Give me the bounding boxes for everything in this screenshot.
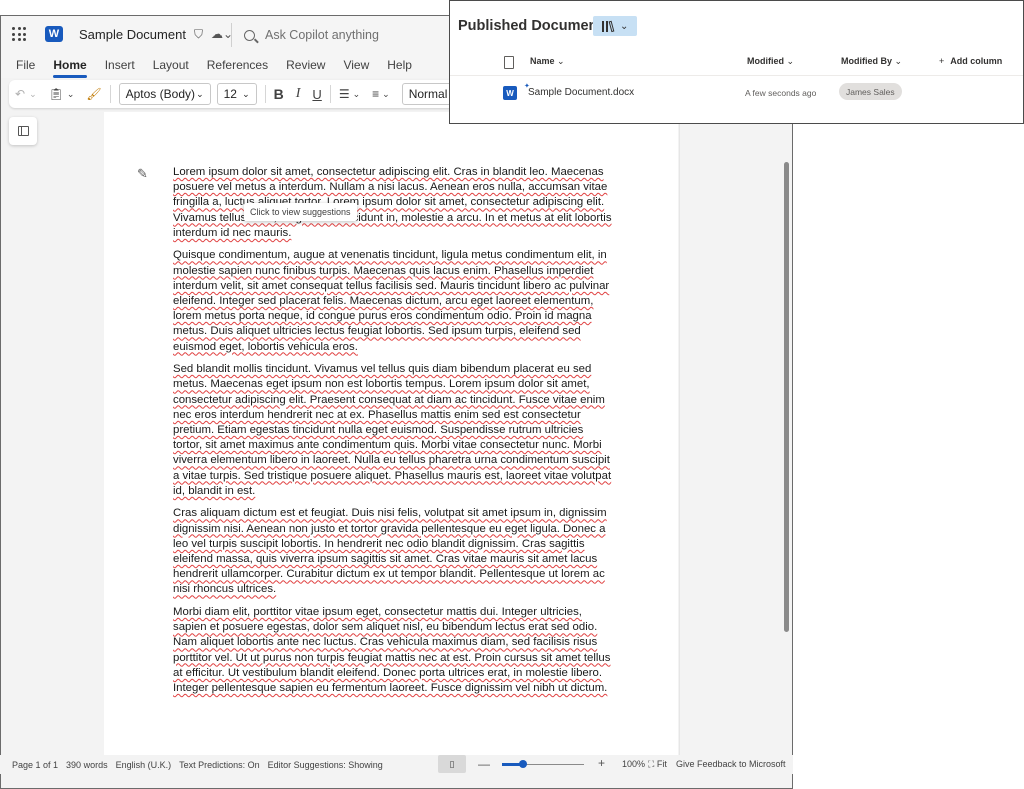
text-predictions[interactable]: Text Predictions: On [179, 760, 260, 770]
document-body[interactable]: Lorem ipsum dolor sit amet, consectetur … [173, 165, 613, 704]
undo-icon[interactable]: ↶ ⌄ [9, 80, 43, 108]
font-size-value: 12 [223, 87, 237, 101]
editor-pen-icon[interactable]: ✎ [137, 166, 148, 182]
copilot-placeholder: Ask Copilot anything [265, 28, 379, 42]
panel-title: Published Documents [458, 18, 611, 34]
fit-icon: ⛶ [648, 759, 655, 769]
navigation-pane-icon[interactable] [9, 117, 37, 145]
cloud-saved-icon[interactable]: ☁⌄ [211, 27, 233, 41]
paragraph-3[interactable]: Sed blandit mollis tincidunt. Vivamus ve… [173, 362, 613, 499]
file-type-icon[interactable] [504, 56, 514, 69]
paragraph-2[interactable]: Quisque condimentum, augue at venenatis … [173, 248, 613, 354]
style-value: Normal [408, 87, 448, 101]
underline-button[interactable]: U [306, 80, 327, 108]
editor-suggestions[interactable]: Editor Suggestions: Showing [268, 760, 383, 770]
document-title[interactable]: Sample Document [79, 27, 186, 42]
page-count[interactable]: Page 1 of 1 [12, 760, 58, 770]
view-switcher-button[interactable]: ⌄ [593, 16, 637, 36]
plus-icon: + [939, 56, 945, 66]
font-size-select[interactable]: 12 ⌄ [216, 83, 257, 105]
chevron-down-icon: ⌄ [242, 88, 250, 99]
chevron-down-icon: ⌄ [196, 88, 204, 99]
file-name[interactable]: Sample Document.docx [528, 87, 634, 98]
vertical-scrollbar[interactable] [784, 162, 789, 632]
chevron-down-icon: ⌄ [620, 20, 629, 32]
zoom-out-icon[interactable]: — [478, 757, 490, 771]
tab-help[interactable]: Help [387, 54, 412, 76]
copilot-search-box[interactable]: Ask Copilot anything [231, 23, 471, 47]
table-row[interactable]: W ✦ Sample Document.docx A few seconds a… [450, 75, 1023, 111]
add-column-button[interactable]: + Add column [939, 56, 1002, 66]
right-margin [679, 112, 792, 770]
app-launcher-icon[interactable] [1, 16, 37, 52]
fit-label: Fit [656, 759, 667, 769]
tab-home[interactable]: Home [53, 54, 88, 78]
tab-insert[interactable]: Insert [105, 54, 135, 76]
tab-review[interactable]: Review [286, 54, 325, 76]
tab-file[interactable]: File [16, 54, 35, 76]
paragraph-4[interactable]: Cras aliquam dictum est et feugiat. Duis… [173, 506, 613, 597]
published-documents-panel: Published Documents ⌄ Name ⌄ Modified ⌄ … [449, 0, 1024, 124]
library-icon [601, 20, 614, 32]
tab-view[interactable]: View [343, 54, 369, 76]
bold-button[interactable]: B [268, 80, 290, 108]
search-icon [244, 29, 255, 41]
paragraph-1[interactable]: Lorem ipsum dolor sit amet, consectetur … [173, 165, 613, 241]
tab-layout[interactable]: Layout [153, 54, 189, 76]
align-icon[interactable]: ≡ ⌄ [366, 80, 396, 108]
paste-icon[interactable]: 📋︎ ⌄ [43, 80, 81, 108]
suggestion-tooltip: Click to view suggestions [244, 203, 357, 221]
font-name-select[interactable]: Aptos (Body) ⌄ [118, 83, 211, 105]
word-file-icon: W [503, 86, 517, 100]
zoom-slider[interactable] [502, 760, 584, 768]
paragraph-5[interactable]: Morbi diam elit, porttitor vitae ipsum e… [173, 605, 613, 696]
tab-references[interactable]: References [207, 54, 268, 76]
column-modified[interactable]: Modified ⌄ [747, 56, 794, 67]
bullets-icon[interactable]: ☰ ⌄ [333, 80, 366, 108]
modified-by-badge[interactable]: James Sales [839, 83, 902, 100]
column-header-row: Name ⌄ Modified ⌄ Modified By ⌄ + Add col… [450, 48, 1023, 74]
italic-button[interactable]: I [290, 80, 307, 108]
font-name-value: Aptos (Body) [125, 87, 195, 101]
word-count[interactable]: 390 words [66, 760, 108, 770]
zoom-slider-thumb[interactable] [518, 760, 527, 768]
format-painter-icon[interactable]: 🖌︎ [80, 80, 107, 108]
zoom-percentage[interactable]: 100% [622, 759, 645, 769]
column-modified-by[interactable]: Modified By ⌄ [841, 56, 902, 67]
shield-icon[interactable]: ⛉ [194, 27, 203, 42]
print-layout-icon[interactable]: ▯ [438, 755, 466, 773]
column-name[interactable]: Name ⌄ [530, 56, 565, 67]
word-logo-icon: W [45, 26, 63, 42]
language[interactable]: English (U.K.) [116, 760, 172, 770]
status-bar: Page 1 of 1 390 words English (U.K.) Tex… [0, 755, 793, 774]
feedback-link[interactable]: Give Feedback to Microsoft [676, 759, 786, 769]
modified-value: A few seconds ago [745, 88, 817, 98]
fit-button[interactable]: ⛶ Fit [648, 759, 667, 770]
zoom-in-icon[interactable]: + [598, 756, 605, 770]
